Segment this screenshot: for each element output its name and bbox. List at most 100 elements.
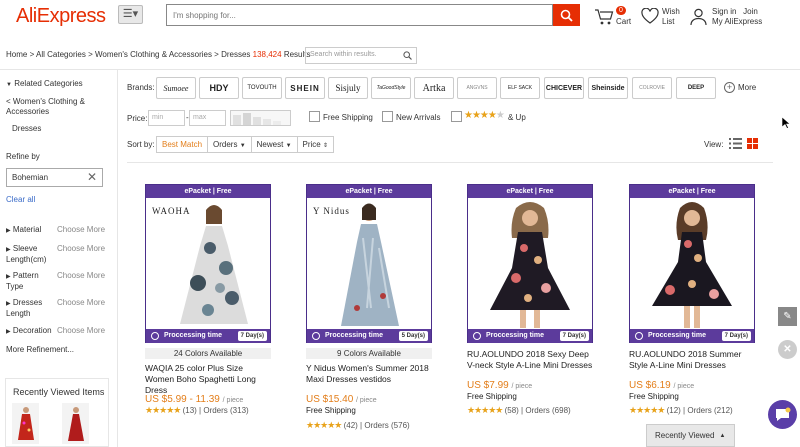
product-image[interactable] bbox=[468, 198, 592, 329]
close-icon[interactable]: ✕ bbox=[87, 171, 97, 183]
product-card[interactable]: ePacket | Free WAOHA Proccessing time 7 … bbox=[145, 184, 271, 343]
filter-label: Material bbox=[12, 225, 42, 234]
related-categories-heading[interactable]: ▼ Related Categories bbox=[6, 79, 83, 88]
more-refinement-link[interactable]: More Refinement... bbox=[6, 345, 74, 354]
clock-icon bbox=[312, 332, 320, 340]
chat-assistant-button[interactable] bbox=[768, 400, 797, 429]
choose-more-link[interactable]: Choose More bbox=[57, 298, 105, 308]
sign-in-link[interactable]: Sign in bbox=[712, 7, 736, 16]
hamburger-icon: ☰▾ bbox=[122, 8, 139, 20]
free-shipping-checkbox[interactable] bbox=[309, 111, 320, 122]
brand-filter[interactable]: Artka bbox=[414, 77, 454, 99]
brand-filter[interactable]: Sheinside bbox=[588, 77, 628, 99]
sort-newest[interactable]: Newest ▼ bbox=[252, 137, 298, 152]
product-image[interactable]: WAOHA bbox=[146, 198, 270, 329]
product-card[interactable]: ePacket | Free Y Nidus Proccessing time … bbox=[306, 184, 432, 343]
choose-more-link[interactable]: Choose More bbox=[57, 326, 105, 336]
wish-list-button[interactable]: Wish List bbox=[641, 6, 691, 28]
clock-icon bbox=[473, 332, 481, 340]
grid-view-icon[interactable] bbox=[747, 138, 758, 149]
sort-price[interactable]: Price ⇕ bbox=[298, 137, 334, 152]
product-rating[interactable]: ★★★★★ (12) | Orders (212) bbox=[629, 405, 733, 416]
brand-filter[interactable]: DEEP bbox=[676, 77, 716, 99]
shipping-badge: ePacket | Free bbox=[468, 185, 592, 198]
parent-category-link[interactable]: < Women's Clothing & Accessories bbox=[6, 97, 106, 117]
new-arrivals-checkbox[interactable] bbox=[382, 111, 393, 122]
brand-name: Sumoee bbox=[163, 83, 189, 93]
caret-up-icon: ▲ bbox=[719, 432, 726, 439]
product-card[interactable]: ePacket | Free Proccessing time 7 Day(s) bbox=[467, 184, 593, 343]
brand-name: Sisjuly bbox=[335, 83, 361, 93]
feedback-button[interactable]: ✎ bbox=[778, 307, 797, 326]
join-link[interactable]: Join bbox=[743, 7, 758, 16]
search-input[interactable] bbox=[167, 5, 552, 25]
sort-orders[interactable]: Orders ▼ bbox=[208, 137, 252, 152]
brand-name: COLROVIE bbox=[639, 85, 665, 91]
product-rating[interactable]: ★★★★★ (58) | Orders (698) bbox=[467, 405, 571, 416]
brand-name: Artka bbox=[422, 82, 446, 94]
categories-menu-button[interactable]: ☰▾ bbox=[118, 5, 143, 24]
colors-available: 9 Colors Available bbox=[306, 348, 432, 359]
sort-best-match[interactable]: Best Match bbox=[157, 137, 209, 152]
clear-all-link[interactable]: Clear all bbox=[6, 195, 35, 204]
my-aliexpress-link[interactable]: My AliExpress bbox=[712, 17, 762, 27]
dismiss-button[interactable]: ✕ bbox=[778, 340, 797, 359]
product-title[interactable]: RU.AOLUNDO 2018 Sexy Deep V-neck Style A… bbox=[467, 349, 595, 371]
filter-decoration[interactable]: ▶ Decoration Choose More bbox=[6, 326, 106, 337]
search-within-field[interactable]: Search within results. bbox=[305, 47, 417, 64]
product-image[interactable]: Y Nidus bbox=[307, 198, 431, 329]
product-rating[interactable]: ★★★★★ (42) | Orders (576) bbox=[306, 420, 410, 431]
choose-more-link[interactable]: Choose More bbox=[57, 225, 105, 235]
price-min-input[interactable]: min bbox=[148, 110, 185, 126]
brand-filter[interactable]: ELF SACK bbox=[500, 77, 540, 99]
recently-viewed-item[interactable] bbox=[62, 403, 89, 444]
review-count: (58) bbox=[504, 406, 519, 415]
choose-more-link[interactable]: Choose More bbox=[57, 244, 105, 254]
recently-viewed-item[interactable] bbox=[12, 403, 39, 444]
filter-pattern-type[interactable]: ▶ Pattern Type Choose More bbox=[6, 271, 105, 292]
price-histogram[interactable] bbox=[230, 110, 291, 126]
brand-filter[interactable]: CHICEVER bbox=[544, 77, 584, 99]
price-max-input[interactable]: max bbox=[189, 110, 226, 126]
filter-sleeve-length[interactable]: ▶ Sleeve Length(cm) Choose More bbox=[6, 244, 105, 265]
brand-filter[interactable]: HDY bbox=[199, 77, 239, 99]
filter-dresses-length[interactable]: ▶ Dresses Length Choose More bbox=[6, 298, 105, 319]
rating-checkbox[interactable] bbox=[451, 111, 462, 122]
dress-thumbnail bbox=[67, 406, 84, 441]
category-dresses[interactable]: Dresses bbox=[12, 124, 41, 133]
caret-down-icon: ▼ bbox=[285, 143, 292, 149]
breadcrumb-all-categories[interactable]: All Categories bbox=[36, 50, 86, 59]
sort-newest-label: Newest bbox=[256, 140, 284, 149]
product-rating[interactable]: ★★★★★ (13) | Orders (313) bbox=[145, 405, 249, 416]
product-card[interactable]: ePacket | Free Proccessing time 7 Day(s) bbox=[629, 184, 755, 343]
price-value: US $15.40 bbox=[306, 394, 354, 405]
product-image[interactable] bbox=[630, 198, 754, 329]
brand-filter[interactable]: Sisjuly bbox=[328, 77, 368, 99]
search-button[interactable] bbox=[553, 4, 580, 26]
brand-filter[interactable]: SHEIN bbox=[285, 77, 325, 99]
list-view-icon[interactable] bbox=[729, 138, 742, 149]
brand-filter[interactable]: ANGVNS bbox=[457, 77, 497, 99]
price-value: US $5.99 - 11.39 bbox=[145, 394, 220, 405]
search-icon[interactable] bbox=[403, 51, 412, 60]
brand-filter[interactable]: COLROVIE bbox=[632, 77, 672, 99]
account-menu[interactable]: Sign in Join My AliExpress bbox=[690, 6, 800, 28]
search-field[interactable] bbox=[166, 4, 553, 26]
product-price: US $5.99 - 11.39 / piece bbox=[145, 394, 243, 405]
filter-material[interactable]: ▶ Material Choose More bbox=[6, 225, 106, 236]
cart-button[interactable]: 0 Cart bbox=[594, 6, 634, 28]
product-title[interactable]: Y Nidus Women's Summer 2018 Maxi Dresses… bbox=[306, 363, 434, 385]
choose-more-link[interactable]: Choose More bbox=[57, 271, 105, 281]
processing-time-label: Proccessing time bbox=[164, 332, 222, 339]
product-title[interactable]: WAQIA 25 color Plus Size Women Boho Spag… bbox=[145, 363, 273, 396]
brand-filter[interactable]: Sumoee bbox=[156, 77, 196, 99]
product-title[interactable]: RU.AOLUNDO 2018 Summer Style A-Line Mini… bbox=[629, 349, 757, 371]
dress-photo bbox=[490, 202, 570, 328]
aliexpress-logo[interactable]: AliExpress bbox=[16, 5, 106, 28]
brand-filter[interactable]: TaGoodStyle bbox=[371, 77, 411, 99]
breadcrumb-home[interactable]: Home bbox=[6, 50, 27, 59]
brand-filter[interactable]: TOVOUTH bbox=[242, 77, 282, 99]
more-brands-button[interactable]: + More bbox=[724, 82, 756, 93]
breadcrumb-category[interactable]: Women's Clothing & Accessories bbox=[95, 50, 212, 59]
recently-viewed-tab[interactable]: Recently Viewed ▲ bbox=[646, 424, 735, 447]
